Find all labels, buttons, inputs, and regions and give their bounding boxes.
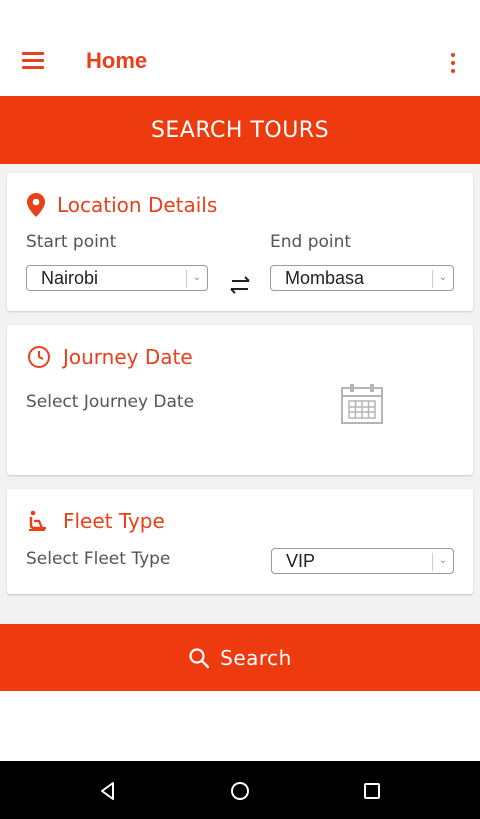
swap-arrows-icon[interactable] — [228, 275, 252, 295]
start-point-label: Start point — [26, 232, 117, 252]
end-point-value: Mombasa — [285, 267, 365, 288]
page-title: Home — [86, 48, 148, 73]
search-tours-banner: SEARCH TOURS — [0, 96, 480, 164]
select-journey-date-label: Select Journey Date — [26, 392, 195, 412]
start-point-select[interactable]: Nairobi ⌄ — [26, 265, 208, 291]
location-heading-label: Location Details — [57, 193, 218, 217]
chevron-down-icon: ⌄ — [438, 272, 447, 283]
search-button-label: Search — [220, 645, 292, 670]
recents-icon[interactable] — [360, 780, 384, 802]
fleet-type-card: Fleet Type Select Fleet Type — [7, 489, 473, 594]
calendar-icon[interactable] — [340, 383, 384, 425]
back-icon[interactable] — [96, 780, 120, 802]
chevron-down-icon: ⌄ — [192, 272, 201, 283]
select-fleet-type-label: Select Fleet Type — [26, 549, 171, 569]
bottom-spacer — [0, 691, 480, 761]
journey-date-card[interactable]: Journey Date Select Journey Date — [7, 325, 473, 475]
search-icon — [189, 647, 210, 668]
system-nav-bar — [0, 761, 480, 819]
chevron-down-icon: ⌄ — [438, 555, 447, 566]
journey-date-heading-label: Journey Date — [63, 345, 193, 369]
fleet-type-heading: Fleet Type — [27, 509, 165, 533]
end-point-select[interactable]: Mombasa ⌄ — [270, 265, 454, 291]
journey-date-heading: Journey Date — [27, 345, 193, 369]
fleet-type-select[interactable]: VIP ⌄ — [271, 548, 454, 574]
fleet-type-heading-label: Fleet Type — [63, 509, 165, 533]
banner-title: SEARCH TOURS — [150, 117, 330, 143]
clock-icon — [28, 346, 50, 368]
location-pin-icon — [27, 193, 45, 217]
hamburger-menu-icon[interactable] — [22, 52, 46, 72]
end-point-label: End point — [270, 232, 352, 252]
more-vert-icon[interactable] — [446, 52, 460, 76]
start-point-value: Nairobi — [41, 267, 99, 288]
app-bar: Home — [0, 0, 480, 96]
fleet-type-value: VIP — [286, 550, 316, 571]
location-heading: Location Details — [27, 193, 217, 217]
search-button[interactable]: Search — [0, 624, 480, 691]
home-icon[interactable] — [228, 780, 252, 802]
seat-icon — [29, 510, 46, 531]
